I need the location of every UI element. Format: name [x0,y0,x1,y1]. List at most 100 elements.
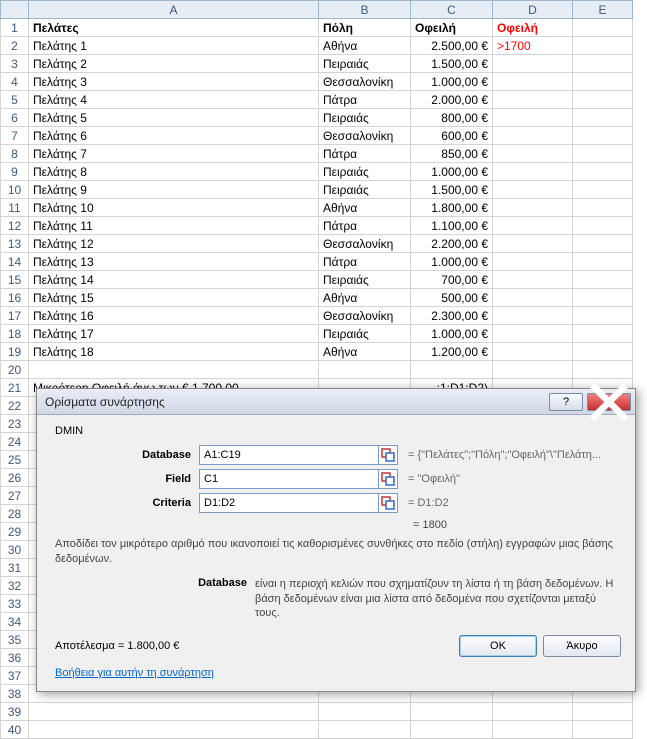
cell-E9[interactable] [573,163,633,181]
cell-E7[interactable] [573,127,633,145]
cell-E10[interactable] [573,181,633,199]
cell-B17[interactable]: Θεσσαλονίκη [319,307,411,325]
cell-E1[interactable] [573,19,633,37]
cell-C14[interactable]: 1.000,00 € [411,253,493,271]
cell-A11[interactable]: Πελάτης 10 [29,199,319,217]
cell-D9[interactable] [493,163,573,181]
cell-B3[interactable]: Πειραιάς [319,55,411,73]
cell-D10[interactable] [493,181,573,199]
cell-A4[interactable]: Πελάτης 3 [29,73,319,91]
table-row[interactable]: 10Πελάτης 9Πειραιάς1.500,00 € [1,181,633,199]
row-header[interactable]: 39 [1,703,29,721]
cell-D14[interactable] [493,253,573,271]
cell-A13[interactable]: Πελάτης 12 [29,235,319,253]
dialog-titlebar[interactable]: Ορίσματα συνάρτησης ? [37,389,635,415]
row-header[interactable]: 24 [1,433,29,451]
cell-A8[interactable]: Πελάτης 7 [29,145,319,163]
cell-D17[interactable] [493,307,573,325]
row-header[interactable]: 29 [1,523,29,541]
arg-input-database[interactable] [199,445,379,465]
table-row[interactable]: 12Πελάτης 11Πάτρα1.100,00 € [1,217,633,235]
col-header-B[interactable]: B [319,1,411,19]
cell-D4[interactable] [493,73,573,91]
cell-B11[interactable]: Αθήνα [319,199,411,217]
cell-E17[interactable] [573,307,633,325]
cell-A17[interactable]: Πελάτης 16 [29,307,319,325]
cell-C40[interactable] [411,721,493,739]
cell-B18[interactable]: Πειραιάς [319,325,411,343]
row-header[interactable]: 26 [1,469,29,487]
ok-button[interactable]: OK [459,635,537,657]
row-header[interactable]: 6 [1,109,29,127]
cell-B1[interactable]: Πόλη [319,19,411,37]
cell-B12[interactable]: Πάτρα [319,217,411,235]
cell-C2[interactable]: 2.500,00 € [411,37,493,55]
cell-E18[interactable] [573,325,633,343]
row-header[interactable]: 25 [1,451,29,469]
cell-E20[interactable] [573,361,633,379]
cell-E12[interactable] [573,217,633,235]
cell-A7[interactable]: Πελάτης 6 [29,127,319,145]
row-header[interactable]: 7 [1,127,29,145]
help-button[interactable]: ? [549,393,583,411]
cell-D39[interactable] [493,703,573,721]
row-header[interactable]: 22 [1,397,29,415]
row-header[interactable]: 8 [1,145,29,163]
cell-C15[interactable]: 700,00 € [411,271,493,289]
row-header[interactable]: 37 [1,667,29,685]
range-selector-field[interactable] [378,469,398,489]
cell-A5[interactable]: Πελάτης 4 [29,91,319,109]
cell-B5[interactable]: Πάτρα [319,91,411,109]
table-row[interactable]: 16Πελάτης 15Αθήνα500,00 € [1,289,633,307]
row-header[interactable]: 32 [1,577,29,595]
row-header[interactable]: 4 [1,73,29,91]
range-selector-database[interactable] [378,445,398,465]
cell-B16[interactable]: Αθήνα [319,289,411,307]
cell-E19[interactable] [573,343,633,361]
table-row[interactable]: 8Πελάτης 7Πάτρα850,00 € [1,145,633,163]
cell-D16[interactable] [493,289,573,307]
col-header-C[interactable]: C [411,1,493,19]
table-row[interactable]: 5Πελάτης 4Πάτρα2.000,00 € [1,91,633,109]
cell-C11[interactable]: 1.800,00 € [411,199,493,217]
cell-A9[interactable]: Πελάτης 8 [29,163,319,181]
cell-A10[interactable]: Πελάτης 9 [29,181,319,199]
cell-C13[interactable]: 2.200,00 € [411,235,493,253]
table-row[interactable]: 20 [1,361,633,379]
cell-B2[interactable]: Αθήνα [319,37,411,55]
cell-A19[interactable]: Πελάτης 18 [29,343,319,361]
cell-C1[interactable]: Οφειλή [411,19,493,37]
cell-C39[interactable] [411,703,493,721]
row-header[interactable]: 17 [1,307,29,325]
cell-E40[interactable] [573,721,633,739]
close-button[interactable] [587,393,631,411]
cell-E4[interactable] [573,73,633,91]
col-header-A[interactable]: A [29,1,319,19]
table-row[interactable]: 4Πελάτης 3Θεσσαλονίκη1.000,00 € [1,73,633,91]
table-row[interactable]: 9Πελάτης 8Πειραιάς1.000,00 € [1,163,633,181]
table-row[interactable]: 17Πελάτης 16Θεσσαλονίκη2.300,00 € [1,307,633,325]
cell-D15[interactable] [493,271,573,289]
cell-A12[interactable]: Πελάτης 11 [29,217,319,235]
cell-C9[interactable]: 1.000,00 € [411,163,493,181]
range-selector-criteria[interactable] [378,493,398,513]
cell-C8[interactable]: 850,00 € [411,145,493,163]
row-header[interactable]: 19 [1,343,29,361]
cell-E39[interactable] [573,703,633,721]
cell-C17[interactable]: 2.300,00 € [411,307,493,325]
cell-C18[interactable]: 1.000,00 € [411,325,493,343]
table-row[interactable]: 13Πελάτης 12Θεσσαλονίκη2.200,00 € [1,235,633,253]
row-header[interactable]: 15 [1,271,29,289]
cell-D18[interactable] [493,325,573,343]
row-header[interactable]: 36 [1,649,29,667]
table-row[interactable]: 1ΠελάτεςΠόληΟφειλήΟφειλή [1,19,633,37]
cell-B19[interactable]: Αθήνα [319,343,411,361]
cell-D11[interactable] [493,199,573,217]
cell-A2[interactable]: Πελάτης 1 [29,37,319,55]
table-row[interactable]: 7Πελάτης 6Θεσσαλονίκη600,00 € [1,127,633,145]
cell-B8[interactable]: Πάτρα [319,145,411,163]
cell-A20[interactable] [29,361,319,379]
cell-C19[interactable]: 1.200,00 € [411,343,493,361]
cell-A18[interactable]: Πελάτης 17 [29,325,319,343]
row-header[interactable]: 16 [1,289,29,307]
